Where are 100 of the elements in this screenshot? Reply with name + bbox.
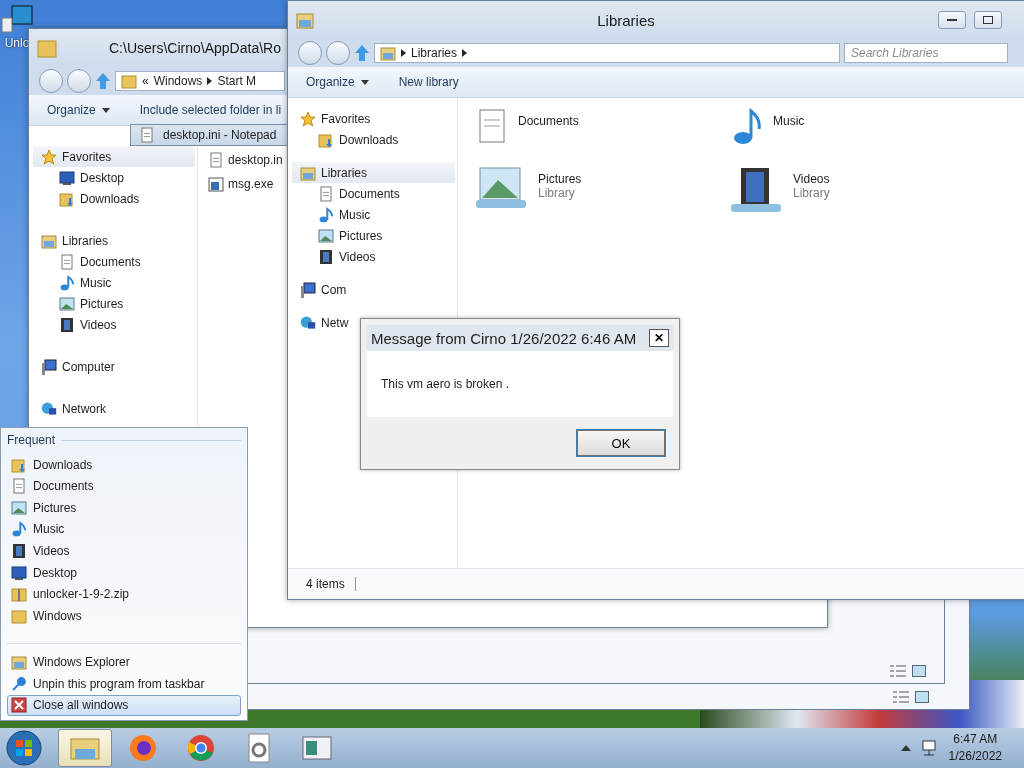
folder-icon: [41, 232, 57, 249]
monitor-icon: [11, 564, 27, 581]
clock[interactable]: 6:47 AM 1/26/2022: [948, 731, 1002, 765]
library-item[interactable]: Videos Library: [729, 162, 984, 220]
jump-list-task[interactable]: Windows Explorer: [7, 651, 241, 673]
folder-icon: [300, 164, 316, 181]
folder-icon: [121, 73, 137, 89]
desktop-icon-label[interactable]: Unlo: [4, 36, 30, 50]
file-item[interactable]: desktop.in: [208, 150, 283, 170]
gear-document-icon: [246, 733, 272, 763]
nav-item[interactable]: Libraries: [292, 162, 455, 183]
toolbar-button[interactable]: Organize: [47, 103, 110, 117]
close-button[interactable]: ✕: [649, 329, 669, 347]
maximize-button[interactable]: [974, 11, 1002, 29]
music-note-icon: [318, 206, 334, 223]
details-view-icon: [890, 665, 906, 677]
nav-item[interactable]: Videos: [33, 314, 195, 335]
forward-button[interactable]: [326, 41, 350, 65]
library-type: Library: [793, 186, 830, 200]
document-icon: [139, 127, 155, 143]
nav-item[interactable]: Music: [292, 204, 455, 225]
jump-list-item[interactable]: Downloads: [7, 454, 241, 476]
nav-item[interactable]: Favorites: [292, 108, 455, 129]
address-bar[interactable]: « Windows Start M: [115, 71, 285, 91]
library-item[interactable]: Music: [729, 104, 984, 162]
forward-button[interactable]: [67, 69, 91, 93]
picture-icon: [11, 499, 27, 516]
jump-list-item[interactable]: Videos: [7, 540, 241, 562]
music-note-icon: [11, 521, 27, 538]
address-bar[interactable]: Libraries: [374, 43, 840, 63]
breadcrumb[interactable]: Windows: [153, 74, 203, 88]
breadcrumb[interactable]: Start M: [217, 74, 257, 88]
globe-icon: [41, 400, 57, 417]
chevron-icon: [207, 77, 213, 85]
nav-item[interactable]: Libraries: [33, 230, 195, 251]
library-name: Pictures: [538, 172, 582, 186]
minimize-icon: [947, 18, 957, 22]
jump-list-item[interactable]: Windows: [7, 604, 241, 627]
jump-list-item[interactable]: Desktop: [7, 561, 241, 584]
jump-list-item[interactable]: Documents: [7, 475, 241, 498]
network-icon[interactable]: [920, 739, 939, 757]
nav-item[interactable]: Network: [33, 398, 195, 419]
nav-item[interactable]: Pictures: [292, 225, 455, 246]
nav-item[interactable]: Downloads: [292, 129, 455, 150]
nav-item[interactable]: Documents: [292, 183, 455, 204]
toolbar-button[interactable]: Organize: [306, 75, 369, 89]
computer-icon: [300, 281, 316, 298]
jump-list-item[interactable]: unlocker-1-9-2.zip: [7, 583, 241, 605]
library-item[interactable]: Documents: [474, 104, 729, 162]
item-count: 4 items: [306, 577, 356, 591]
jump-list-task[interactable]: Unpin this program from taskbar: [7, 672, 241, 695]
file-item[interactable]: msg.exe: [208, 174, 274, 194]
toolbar-button[interactable]: New library: [398, 75, 459, 89]
minimize-button[interactable]: [938, 11, 966, 29]
library-item[interactable]: Pictures Library: [474, 162, 729, 220]
search-field[interactable]: Search Libraries: [844, 43, 1008, 63]
picture-icon: [59, 295, 75, 312]
folder-icon: [380, 45, 396, 61]
nav-item[interactable]: Videos: [292, 246, 455, 267]
library-name: Documents: [518, 114, 579, 128]
up-arrow-icon: [354, 44, 370, 62]
nav-item[interactable]: Computer: [33, 356, 195, 377]
picture-icon: [318, 227, 334, 244]
details-view-icon: [893, 691, 909, 703]
star-icon: [300, 110, 316, 127]
nav-item[interactable]: Downloads: [33, 188, 195, 209]
jump-list-item[interactable]: Music: [7, 518, 241, 541]
back-button[interactable]: [298, 41, 322, 65]
music-note-icon: [59, 274, 75, 291]
folder-icon: [296, 11, 314, 29]
jump-list-item[interactable]: Pictures: [7, 497, 241, 519]
start-orb-icon[interactable]: [4, 729, 44, 767]
breadcrumb[interactable]: Libraries: [411, 46, 458, 60]
toolbar-button[interactable]: Include selected folder in li: [139, 103, 282, 117]
document-icon: [208, 152, 224, 168]
ok-button[interactable]: OK: [577, 430, 665, 456]
window-title: C:\Users\Cirno\AppData\Ro: [109, 40, 281, 56]
nav-item[interactable]: Com: [292, 279, 455, 300]
maximize-icon: [983, 16, 993, 24]
computer-icon: [0, 4, 34, 34]
nav-item[interactable]: Pictures: [33, 293, 195, 314]
show-hidden-icons-icon[interactable]: [900, 745, 911, 751]
taskbar-button[interactable]: [58, 729, 112, 767]
back-button[interactable]: [39, 69, 63, 93]
nav-item[interactable]: Music: [33, 272, 195, 293]
folder-icon: [37, 38, 57, 58]
caret-icon: [101, 107, 110, 113]
window-title: desktop.ini - Notepad: [163, 128, 277, 142]
nav-item[interactable]: Documents: [33, 251, 195, 272]
clock-date: 1/26/2022: [948, 748, 1002, 765]
jump-list-task[interactable]: Close all windows: [7, 694, 241, 717]
star-icon: [41, 148, 57, 165]
document-icon: [11, 478, 27, 495]
chevron-icon: [462, 49, 468, 57]
nav-item[interactable]: Favorites: [33, 146, 195, 167]
film-icon: [59, 316, 75, 333]
library-type: Library: [538, 186, 576, 200]
breadcrumb[interactable]: «: [142, 74, 149, 88]
nav-item[interactable]: Desktop: [33, 167, 195, 188]
up-arrow-icon: [95, 72, 111, 90]
